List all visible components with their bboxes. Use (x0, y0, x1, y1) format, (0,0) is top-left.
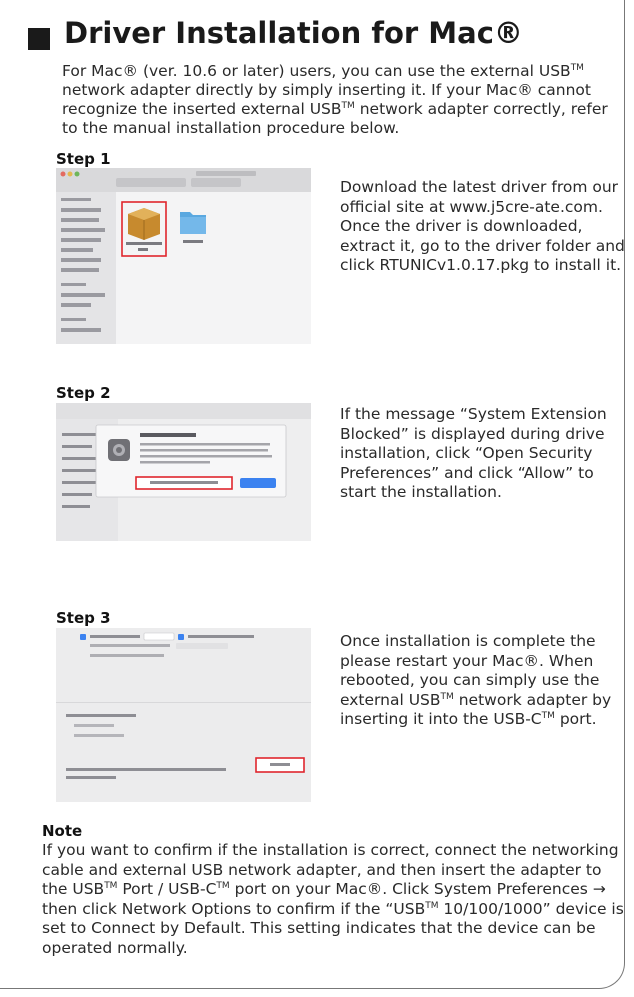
step-2-screenshot (56, 403, 311, 541)
trademark-mark: TM (341, 101, 355, 111)
installer-dialog-illustration (56, 403, 311, 541)
step-3-text-3: port. (554, 710, 597, 728)
step-1-screenshot (56, 168, 311, 344)
finder-window-illustration (56, 168, 311, 344)
page-title: Driver Installation for Mac® (64, 16, 523, 50)
step-2-label: Step 2 (56, 384, 111, 402)
trademark-mark: TM (104, 881, 118, 891)
title-bullet-square (28, 28, 50, 50)
intro-paragraph: For Mac® (ver. 10.6 or later) users, you… (62, 62, 622, 138)
step-1-description: Download the latest driver from our offi… (340, 178, 625, 274)
intro-text-1: For Mac® (ver. 10.6 or later) users, you… (62, 62, 571, 80)
trademark-mark: TM (216, 881, 230, 891)
trademark-mark: TM (570, 63, 584, 73)
trademark-mark: TM (425, 900, 439, 911)
trademark-mark: TM (541, 711, 555, 721)
note-label: Note (42, 822, 83, 840)
security-preferences-illustration (56, 628, 311, 802)
step-2-description: If the message “System Extension Blocked… (340, 405, 607, 501)
step-3-screenshot (56, 628, 311, 802)
step-3-label: Step 3 (56, 609, 111, 627)
step-3-description: Once installation is complete the please… (340, 632, 625, 730)
note-paragraph: If you want to confirm if the installati… (42, 841, 627, 958)
trademark-mark: TM (440, 691, 454, 702)
note-text-2: Port / USB-C (117, 880, 217, 898)
step-1-label: Step 1 (56, 150, 111, 168)
